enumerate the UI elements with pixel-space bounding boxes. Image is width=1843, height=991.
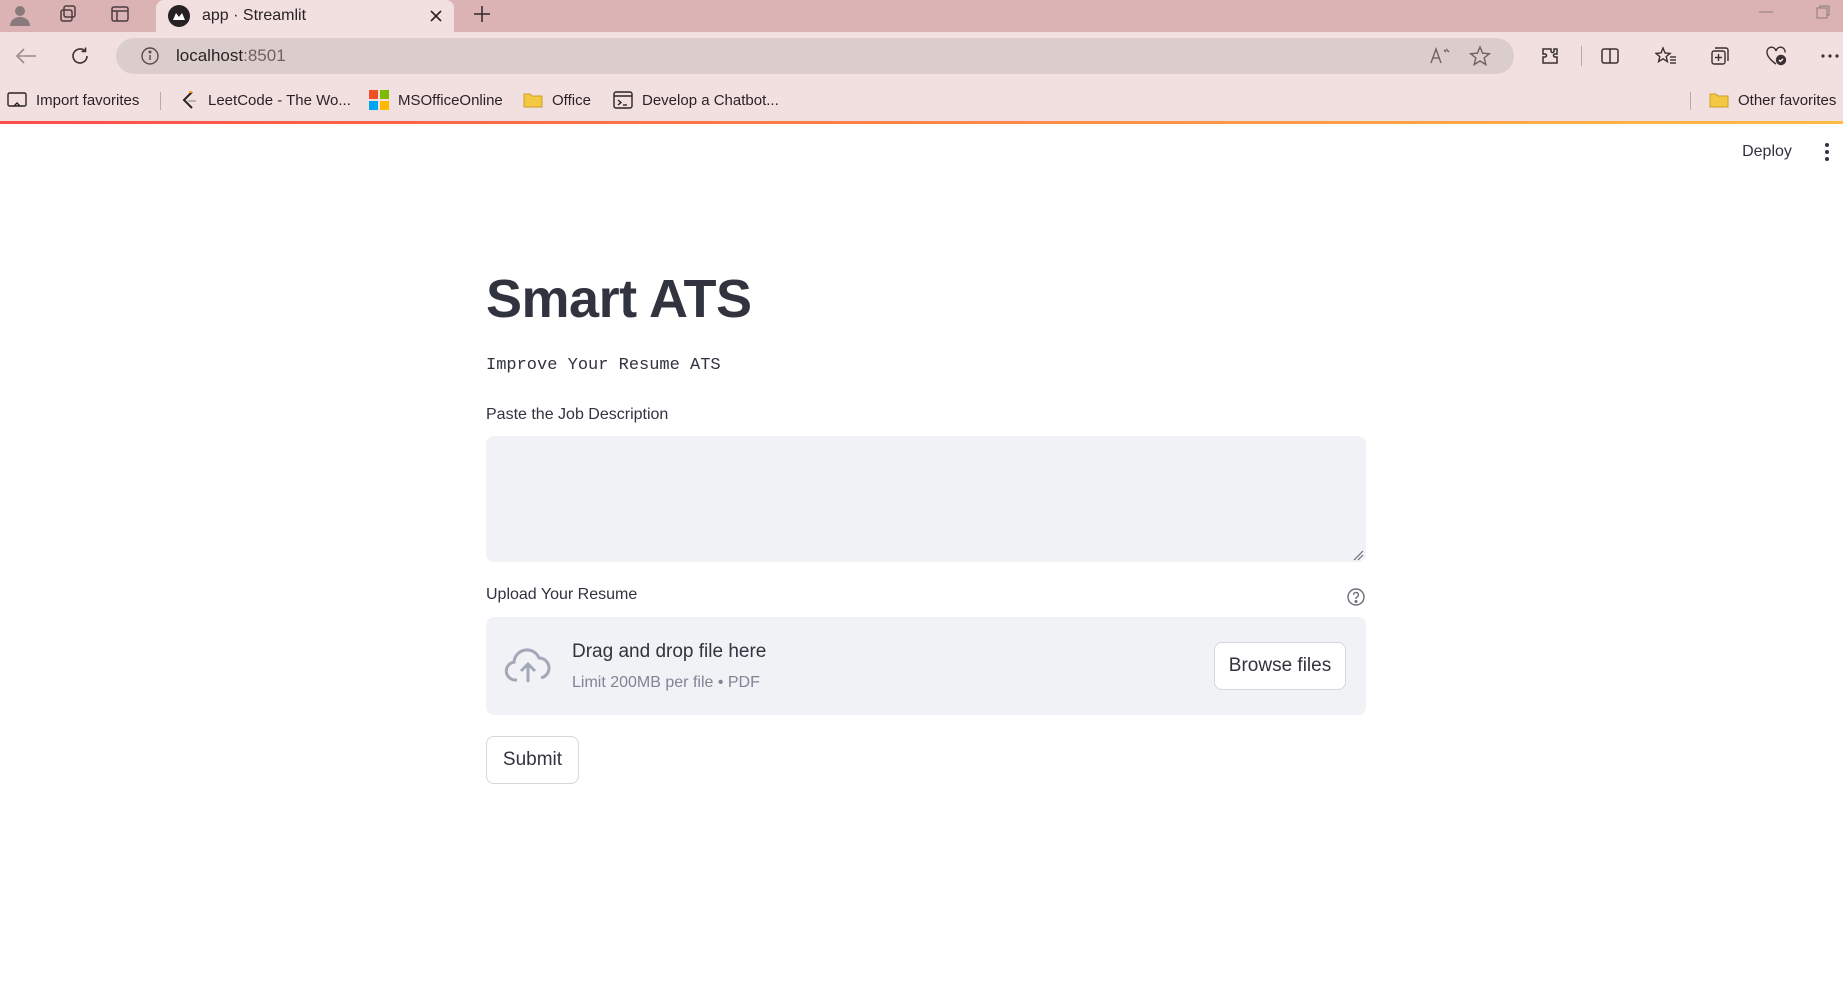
toolbar-divider [1581,46,1582,66]
app-header: Deploy [0,124,1843,180]
browser-chrome: app · Streamlit localhost:8501 Import fa… [0,0,1843,123]
file-dropzone[interactable]: Drag and drop file here Limit 200MB per … [486,617,1366,715]
info-icon[interactable] [132,46,168,66]
more-menu-icon[interactable] [1810,36,1843,76]
main-menu-icon[interactable] [1814,136,1840,168]
collections-icon[interactable] [1700,36,1740,76]
browse-files-button[interactable]: Browse files [1214,642,1346,690]
bookmark-leetcode[interactable]: LeetCode - The Wo... [178,84,351,116]
browser-essentials-icon[interactable] [1756,36,1796,76]
bookmark-develop-chatbot[interactable]: Develop a Chatbot... [612,84,779,116]
job-description-textarea[interactable] [486,436,1366,562]
folder-icon [1708,89,1730,111]
other-favorites-label: Other favorites [1738,91,1837,109]
dropzone-limit: Limit 200MB per file • PDF [572,674,760,691]
address-bar[interactable]: localhost:8501 [116,38,1514,74]
deploy-button[interactable]: Deploy [1727,136,1807,168]
bookmark-office[interactable]: Office [522,84,591,116]
navigation-bar: localhost:8501 [0,36,1843,76]
page-title: Smart ATS [486,269,752,329]
job-description-label: Paste the Job Description [486,406,669,423]
page-subtitle: Improve Your Resume ATS [486,356,721,375]
bookmark-msofficeonline[interactable]: MSOfficeOnline [368,84,503,116]
bookmark-import-favorites[interactable]: Import favorites [6,84,139,116]
submit-button[interactable]: Submit [486,736,579,784]
microsoft-icon [368,89,390,111]
bookmark-divider [160,92,161,110]
streamlit-favicon-icon [168,5,190,27]
tab-bar: app · Streamlit [0,0,1843,32]
bookmark-label: Office [552,91,591,109]
bookmark-label: MSOfficeOnline [398,91,503,109]
bookmark-label: Import favorites [36,91,140,109]
read-aloud-icon[interactable] [1420,38,1460,74]
tab-active[interactable]: app · Streamlit [156,0,454,32]
extensions-icon[interactable] [1530,36,1570,76]
leetcode-icon [178,89,200,111]
favorites-icon[interactable] [1646,36,1686,76]
cloud-upload-icon [504,647,552,687]
split-screen-icon[interactable] [1590,36,1630,76]
tab-title: app · Streamlit [202,7,307,24]
resize-handle-icon[interactable] [1352,548,1364,561]
minimize-icon[interactable] [1746,0,1786,24]
bookmark-label: Develop a Chatbot... [642,91,779,109]
dropzone-title: Drag and drop file here [572,641,767,662]
restore-icon[interactable] [1803,0,1843,24]
favorite-star-icon[interactable] [1460,38,1500,74]
profile-icon[interactable] [2,0,38,28]
upload-resume-label: Upload Your Resume [486,586,638,603]
folder-icon [522,89,544,111]
bookmark-other-favorites[interactable]: Other favorites [1708,84,1836,116]
new-tab-icon[interactable] [466,0,498,28]
url-text[interactable]: localhost:8501 [176,46,1420,66]
terminal-icon [612,89,634,111]
refresh-icon[interactable] [60,36,100,76]
bookmarks-bar: Import favorites LeetCode - The Wo... MS… [0,84,1843,116]
back-arrow-icon[interactable] [6,36,46,76]
bookmark-divider [1690,92,1691,110]
workspaces-icon[interactable] [50,0,86,28]
bookmark-label: LeetCode - The Wo... [208,91,351,109]
import-icon [6,89,28,111]
help-icon[interactable] [1345,586,1367,608]
vertical-tabs-icon[interactable] [102,0,138,28]
close-icon[interactable] [422,2,450,30]
